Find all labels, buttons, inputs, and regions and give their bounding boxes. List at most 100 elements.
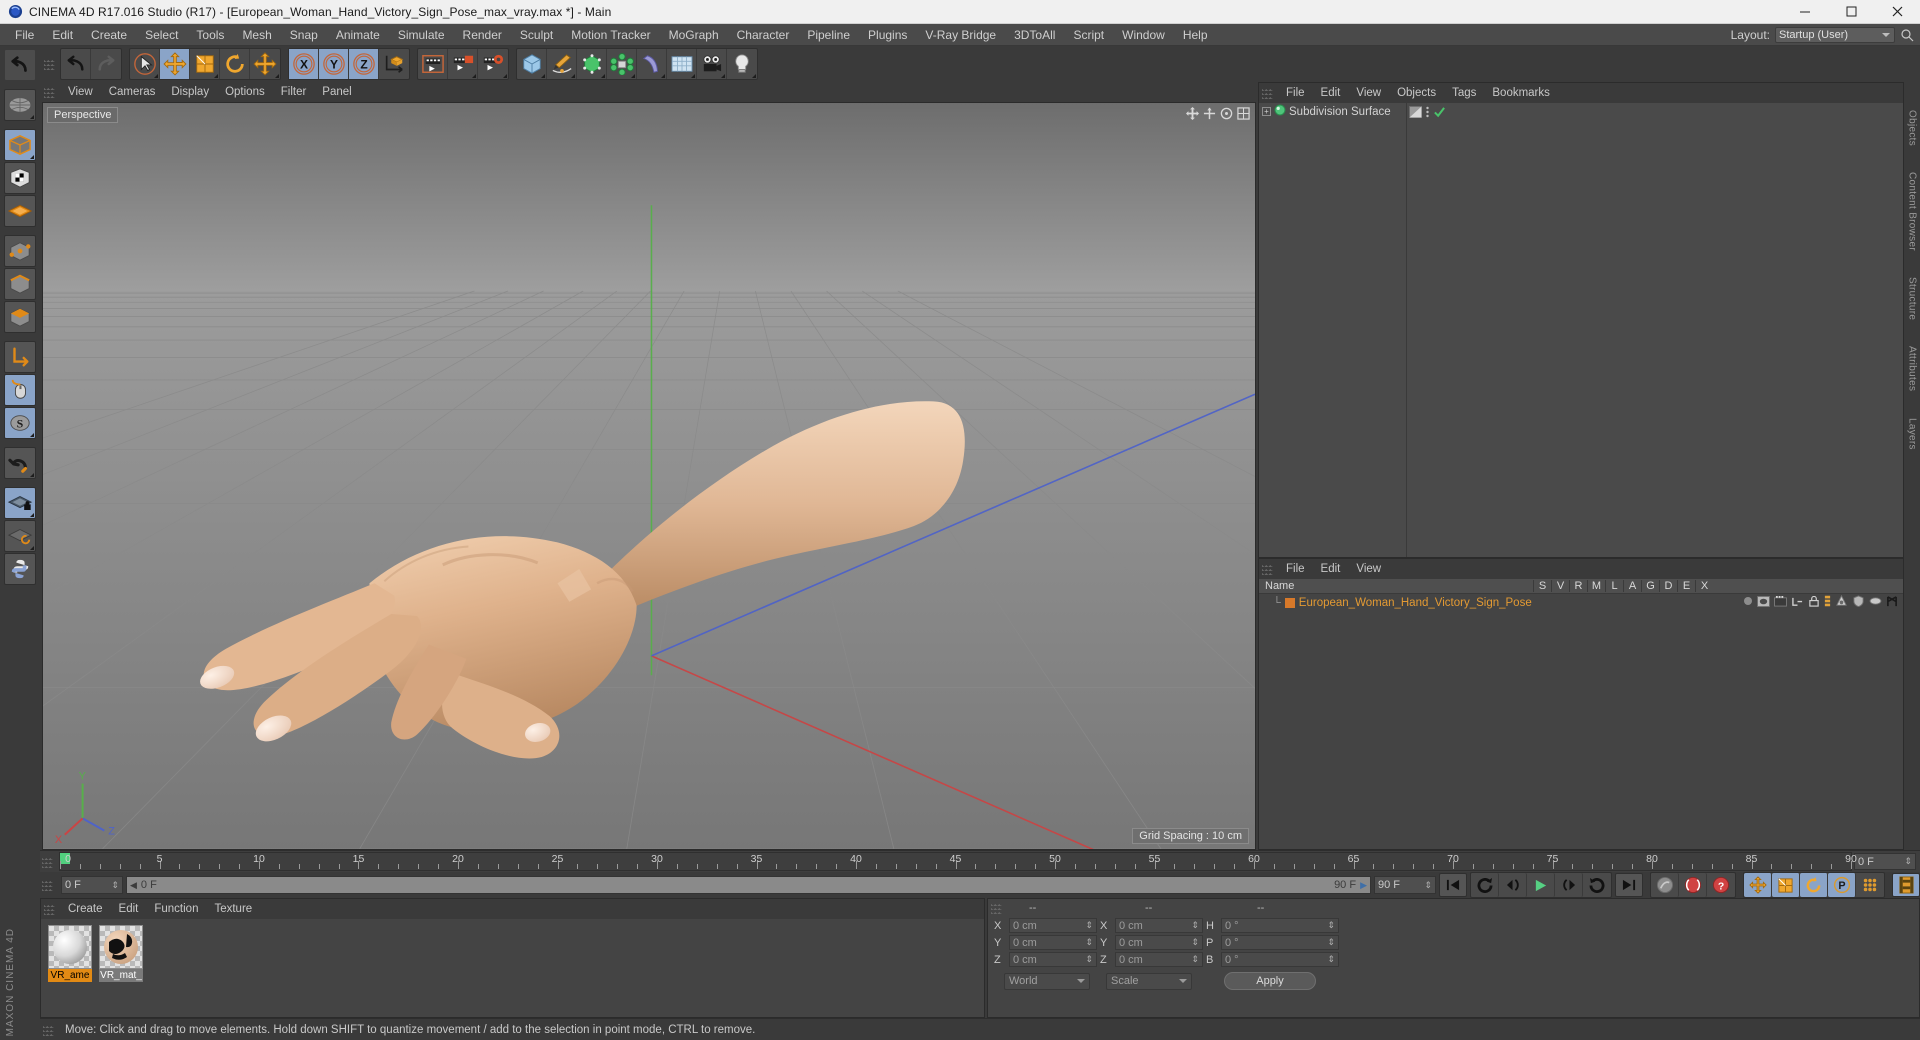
object-menu-edit[interactable]: Edit [1313,86,1349,100]
spinner-icon[interactable]: ⇕ [1327,921,1335,930]
object-menu-objects[interactable]: Objects [1389,86,1444,100]
object-manager-grip[interactable] [1262,87,1273,99]
column-header-e[interactable]: E [1677,580,1695,592]
cube-primitive-button[interactable] [517,49,547,79]
expand-icon[interactable]: + [1262,107,1271,116]
current-frame-field[interactable]: 0 F ⇕ [1854,853,1916,870]
rotate-tool-button[interactable] [220,49,250,79]
object-row-name[interactable]: └ European_Woman_Hand_Victory_Sign_Pose [1259,597,1741,609]
planar-workplane-tool[interactable] [4,520,36,552]
size-z-field[interactable]: 0 cm ⇕ [1115,952,1203,967]
hair-tag-icon[interactable] [1886,595,1898,610]
xpresso-tag-icon[interactable] [1869,596,1882,609]
rotation-p-field[interactable]: 0 ° ⇕ [1221,935,1339,950]
array-deformer-button[interactable] [607,49,637,79]
tab-attributes[interactable]: Attributes [1907,346,1918,391]
attributes-grip[interactable] [1262,563,1273,575]
object-menu-bookmarks[interactable]: Bookmarks [1484,86,1558,100]
layout-select[interactable]: Startup (User) [1775,26,1895,43]
live-selection-globe-tool[interactable] [4,89,36,121]
menu-window[interactable]: Window [1113,26,1174,44]
spinner-icon[interactable]: ⇕ [1424,880,1432,890]
point-mode-tool[interactable] [4,235,36,267]
menu-help[interactable]: Help [1174,26,1217,44]
constraint-tag-icon[interactable] [1791,596,1804,610]
object-menu-view[interactable]: View [1348,86,1389,100]
menu-mesh[interactable]: Mesh [233,26,280,44]
edge-mode-tool[interactable] [4,268,36,300]
maximize-button[interactable] [1828,0,1874,24]
column-header-a[interactable]: A [1623,580,1641,592]
undo-tool[interactable] [4,49,36,81]
coordinates-grip[interactable] [991,902,1002,914]
tab-structure[interactable]: Structure [1907,277,1918,320]
spinner-icon[interactable]: ⇕ [1327,938,1335,947]
viewport-menu-filter[interactable]: Filter [273,85,315,99]
range-right-arrow-icon[interactable]: ▶ [1360,880,1367,891]
attributes-menu-view[interactable]: View [1348,562,1389,576]
apply-button[interactable]: Apply [1224,972,1316,990]
maximize-viewport-icon[interactable] [1237,107,1250,125]
menu-animate[interactable]: Animate [327,26,389,44]
tab-content-browser[interactable]: Content Browser [1907,172,1918,251]
viewport-menu-cameras[interactable]: Cameras [101,85,164,99]
polygon-mode-tool[interactable] [4,301,36,333]
texture-tag-icon[interactable] [1774,595,1787,610]
go-to-end-button[interactable] [1615,873,1643,897]
menu-plugins[interactable]: Plugins [859,26,916,44]
world-object-coords-button[interactable] [379,49,409,79]
camera-button[interactable] [697,49,727,79]
material-preview-thumbnail[interactable] [99,925,143,969]
menu-select[interactable]: Select [136,26,187,44]
attributes-menu-edit[interactable]: Edit [1313,562,1349,576]
column-header-g[interactable]: G [1641,580,1659,592]
x-axis-lock-button[interactable]: X [289,49,319,79]
vray-tag-icon[interactable] [1852,595,1865,610]
move-tool-button[interactable] [160,49,190,79]
size-x-field[interactable]: 0 cm ⇕ [1115,918,1203,933]
spinner-icon[interactable]: ⇕ [1904,857,1912,866]
undo-button[interactable] [61,49,91,79]
column-header-s[interactable]: S [1533,580,1551,592]
material-menu-create[interactable]: Create [60,902,111,916]
material-menu-edit[interactable]: Edit [111,902,147,916]
menu-character[interactable]: Character [728,26,799,44]
axis-modification-tool[interactable] [4,341,36,373]
rotation-key-button[interactable] [1800,873,1828,897]
record-active-objects-button[interactable] [1651,873,1679,897]
status-grip[interactable] [43,1023,54,1036]
column-header-r[interactable]: R [1569,580,1587,592]
go-to-start-button[interactable] [1439,873,1467,897]
display-tag-icon[interactable] [1757,595,1770,610]
polygon-grid-tool[interactable] [4,195,36,227]
render-settings-button[interactable] [478,49,508,79]
object-menu-tags[interactable]: Tags [1444,86,1484,100]
spline-pen-button[interactable] [547,49,577,79]
render-view-button[interactable] [418,49,448,79]
y-axis-lock-button[interactable]: Y [319,49,349,79]
object-menu-file[interactable]: File [1278,86,1313,100]
material-menu-texture[interactable]: Texture [206,902,260,916]
play-button[interactable] [1527,873,1555,897]
menu-file[interactable]: File [6,26,43,44]
bend-deformer-button[interactable] [637,49,667,79]
viewport-menu-view[interactable]: View [60,85,101,99]
texture-mode-tool[interactable] [4,162,36,194]
menu-v-ray-bridge[interactable]: V-Ray Bridge [916,26,1005,44]
rotate-camera-icon[interactable] [1220,107,1233,125]
lock-workplane-tool[interactable] [4,487,36,519]
position-z-field[interactable]: 0 cm ⇕ [1009,952,1097,967]
preview-range-bar[interactable]: ◀ 0 F 90 F ▶ [126,876,1371,894]
material-menu-function[interactable]: Function [146,902,206,916]
search-icon[interactable] [1900,28,1914,42]
menu-motion-tracker[interactable]: Motion Tracker [562,26,659,44]
timeline-grip[interactable] [42,856,53,868]
material-item[interactable]: VR_ame [48,925,92,1017]
compositing-tag-icon[interactable] [1835,594,1848,610]
attributes-menu-file[interactable]: File [1278,562,1313,576]
spinner-icon[interactable]: ⇕ [1191,921,1199,930]
column-header-d[interactable]: D [1659,580,1677,592]
menu-tools[interactable]: Tools [187,26,233,44]
protection-tag-icon[interactable] [1808,595,1820,610]
enable-snap-tool[interactable]: S [4,407,36,439]
